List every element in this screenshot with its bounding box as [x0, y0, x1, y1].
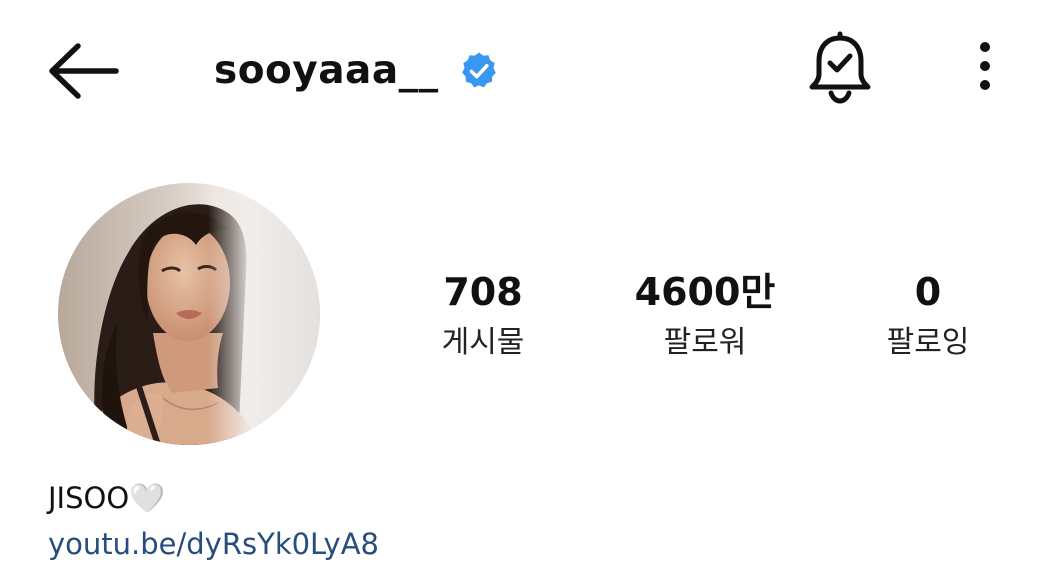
profile-photo	[58, 183, 320, 445]
back-button[interactable]	[46, 40, 120, 102]
followers-count: 4600만	[634, 270, 776, 314]
verified-badge-icon	[461, 52, 496, 88]
more-vertical-icon	[980, 42, 990, 90]
username: sooyaaa__	[214, 47, 439, 93]
notification-button[interactable]	[806, 30, 874, 104]
followers-stat[interactable]: 4600만 팔로워	[605, 268, 805, 364]
profile-header-title: sooyaaa__	[214, 45, 499, 95]
avatar[interactable]	[58, 183, 320, 445]
more-options-button[interactable]	[965, 40, 1005, 94]
posts-count: 708	[443, 270, 523, 314]
followers-label: 팔로워	[663, 325, 747, 360]
bio-name: JISOO🤍	[48, 481, 166, 515]
following-stat[interactable]: 0 팔로잉	[828, 268, 1028, 364]
bell-check-icon	[809, 31, 871, 104]
profile-screen: sooyaaa__ 708 게시물 4600만 팔로워 0 팔로잉 JISOO🤍…	[0, 0, 1057, 567]
arrow-left-icon	[49, 43, 119, 99]
bio-link[interactable]: youtu.be/dyRsYk0LyA8	[48, 525, 379, 563]
posts-label: 게시물	[441, 325, 525, 360]
posts-stat[interactable]: 708 게시물	[383, 268, 583, 364]
following-label: 팔로잉	[886, 325, 970, 360]
following-count: 0	[914, 270, 942, 314]
